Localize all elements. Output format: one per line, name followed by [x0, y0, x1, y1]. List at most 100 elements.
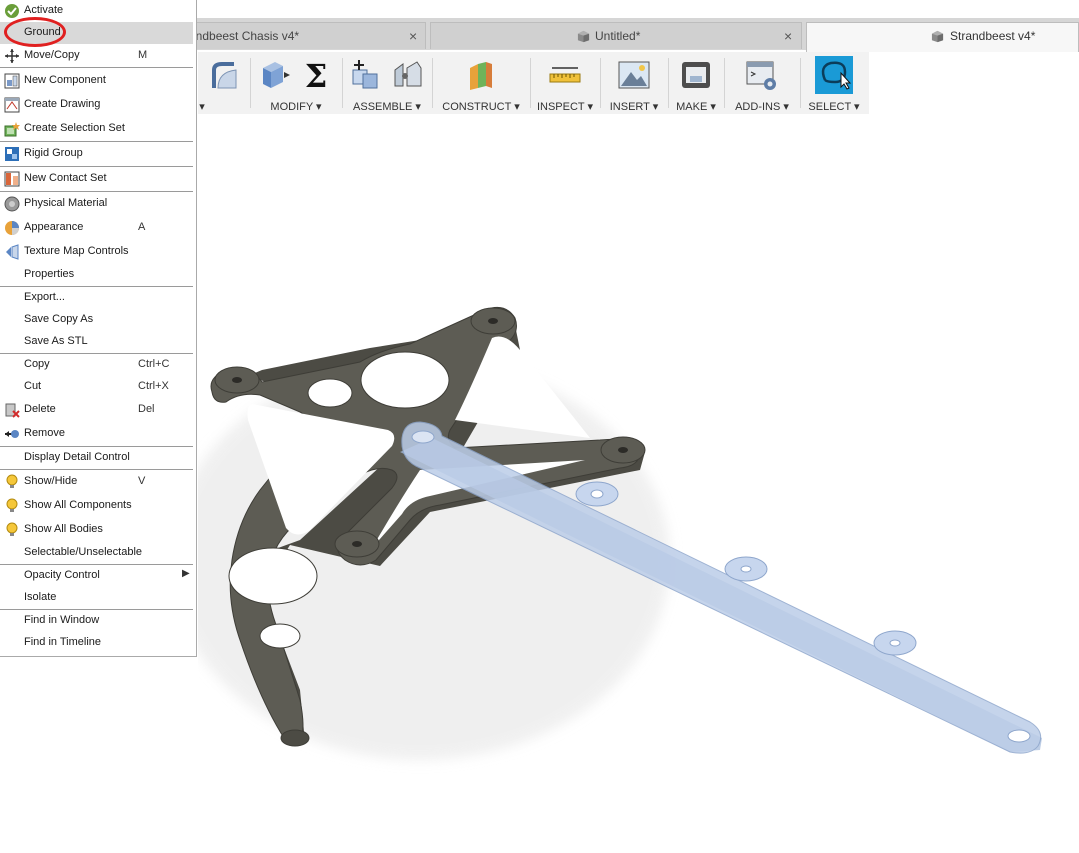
menu-item-save-copy-as[interactable]: Save Copy As — [0, 309, 193, 331]
menu-item-display-detail-control[interactable]: Display Detail Control — [0, 447, 193, 469]
menu-separator — [0, 469, 193, 470]
contact-set-icon — [4, 171, 20, 187]
menu-item-texture-map-controls[interactable]: Texture Map Controls — [0, 241, 193, 263]
scripts-addins-icon — [746, 61, 776, 90]
toolbar: ▾ Σ MODIFY ▾ ASSEMBLE ▾ CONSTRUCT ▾ INSP… — [198, 52, 869, 114]
fillet-icon — [212, 62, 237, 89]
menu-item-find-in-timeline[interactable]: Find in Timeline — [0, 632, 193, 654]
canvas-viewport[interactable] — [198, 114, 1079, 853]
toolbar-group-modify[interactable]: Σ MODIFY ▾ — [251, 52, 341, 114]
menu-item-label: Activate — [24, 4, 64, 16]
pad-top-hole — [488, 318, 498, 324]
menu-item-label: Create Drawing — [24, 98, 101, 110]
sigma-icon: Σ — [305, 58, 328, 92]
tab-untitled[interactable]: Untitled* × — [430, 22, 802, 49]
toolbar-group-add-ins[interactable]: ADD-INS ▾ — [725, 52, 799, 114]
pad-right-hole — [618, 447, 628, 453]
menu-item-remove[interactable]: Remove — [0, 423, 193, 445]
menu-item-show-all-bodies[interactable]: Show All Bodies — [0, 519, 193, 541]
menu-item-label: Find in Timeline — [24, 636, 102, 648]
menu-item-new-component[interactable]: New Component — [0, 70, 193, 92]
submenu-arrow-icon: ▶ — [182, 568, 190, 579]
toolbar-group-make[interactable]: MAKE ▾ — [669, 52, 723, 114]
context-menu: Activate Ground Move/Copy M New Componen… — [0, 0, 197, 657]
menu-item-label: Physical Material — [24, 197, 108, 209]
toolbar-make-label: MAKE ▾ — [676, 101, 716, 113]
menu-item-appearance[interactable]: Appearance A — [0, 217, 193, 239]
pad-bottom — [280, 729, 310, 747]
close-icon[interactable]: × — [784, 23, 792, 50]
menu-item-cut[interactable]: Cut Ctrl+X — [0, 376, 193, 398]
menu-item-save-as-stl[interactable]: Save As STL — [0, 331, 193, 353]
sigma-glyph: Σ — [305, 58, 328, 92]
close-icon[interactable]: × — [409, 23, 417, 50]
tab-strandbeest[interactable]: Strandbeest v4* — [806, 22, 1079, 52]
tab-strandbeest-chasis[interactable]: andbeest Chasis v4* × — [186, 22, 426, 49]
menu-item-export[interactable]: Export... — [0, 287, 193, 309]
toolbar-inspect-label: INSPECT ▾ — [536, 101, 594, 113]
dropdown-arrow: ▾ — [199, 101, 205, 113]
lasso-icon — [821, 61, 852, 90]
lightbulb-icon — [6, 474, 18, 488]
menu-item-isolate[interactable]: Isolate — [0, 587, 193, 609]
menu-item-create-drawing[interactable]: Create Drawing — [0, 94, 193, 116]
tab-label: andbeest Chasis v4* — [189, 29, 300, 43]
select-icon — [815, 56, 853, 94]
menu-item-label: Properties — [24, 268, 75, 280]
menu-item-shortcut: Ctrl+C — [138, 358, 170, 370]
link-end-hole — [1007, 729, 1031, 743]
new-component-icon — [4, 73, 20, 89]
lightbulb-icon — [6, 522, 18, 536]
menu-item-physical-material[interactable]: Physical Material — [0, 193, 193, 215]
menu-item-move-copy[interactable]: Move/Copy M — [0, 45, 193, 67]
menu-item-label: Create Selection Set — [24, 122, 125, 134]
toolbar-assemble-label: ASSEMBLE ▾ — [353, 101, 421, 113]
link-boss-2-hole — [740, 565, 752, 573]
construct-plane-icon — [470, 62, 492, 90]
menu-separator — [0, 67, 193, 68]
appearance-icon — [5, 221, 19, 235]
create-drawing-icon — [4, 97, 20, 113]
cube-icon — [931, 30, 944, 43]
menu-item-label: Move/Copy — [24, 49, 80, 61]
menu-item-label: Show All Bodies — [24, 523, 103, 535]
selection-set-icon — [4, 122, 20, 137]
rigid-group-icon — [5, 147, 19, 161]
menu-item-show-hide[interactable]: Show/Hide V — [0, 471, 193, 493]
menu-item-label: New Contact Set — [24, 172, 107, 184]
menu-item-copy[interactable]: Copy Ctrl+C — [0, 354, 193, 376]
menu-item-find-in-window[interactable]: Find in Window — [0, 610, 193, 632]
toolbar-group-insert[interactable]: INSERT ▾ — [601, 52, 667, 114]
toolbar-select-label: SELECT ▾ — [808, 101, 860, 113]
tab-label: Untitled* — [595, 29, 641, 43]
toolbar-group-select[interactable]: SELECT ▾ — [801, 52, 867, 114]
menu-item-label: Show All Components — [24, 499, 132, 511]
press-pull-icon — [263, 62, 290, 88]
menu-separator — [0, 166, 193, 167]
toolbar-group-construct[interactable]: CONSTRUCT ▾ — [433, 52, 529, 114]
menu-item-show-all-components[interactable]: Show All Components — [0, 495, 193, 517]
toolbar-group-inspect[interactable]: INSPECT ▾ — [531, 52, 599, 114]
3d-print-icon — [682, 62, 710, 88]
toolbar-group-partial[interactable]: ▾ — [198, 52, 250, 114]
menu-item-label: Delete — [24, 403, 56, 415]
menu-item-shortcut: V — [138, 475, 146, 487]
toolbar-group-assemble[interactable]: ASSEMBLE ▾ — [343, 52, 431, 114]
menu-item-properties[interactable]: Properties — [0, 264, 193, 286]
menu-item-opacity-control[interactable]: Opacity Control ▶ — [0, 565, 193, 587]
menu-item-new-contact-set[interactable]: New Contact Set — [0, 168, 193, 190]
check-circle-icon — [5, 4, 19, 18]
menu-item-label: Remove — [24, 427, 65, 439]
menu-item-rigid-group[interactable]: Rigid Group — [0, 143, 193, 165]
menu-item-label: Opacity Control — [24, 569, 100, 581]
menu-item-label: Save Copy As — [24, 313, 94, 325]
menu-item-create-selection-set[interactable]: Create Selection Set — [0, 118, 193, 140]
menu-item-label: Rigid Group — [24, 147, 83, 159]
menu-item-delete[interactable]: Delete Del — [0, 399, 193, 421]
hole-large-upper — [360, 351, 450, 409]
link-start-hole — [411, 430, 435, 444]
menu-item-selectable-unselectable[interactable]: Selectable/Unselectable — [0, 542, 193, 564]
toolbar-insert-label: INSERT ▾ — [609, 101, 659, 113]
annotation-circle — [4, 17, 66, 47]
menu-item-label: Isolate — [24, 591, 57, 603]
